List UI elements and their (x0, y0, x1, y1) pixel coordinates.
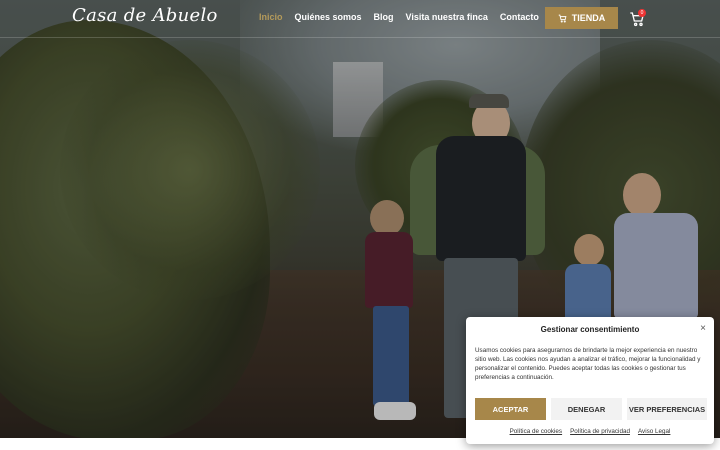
cookie-consent-dialog: Gestionar consentimiento × Usamos cookie… (466, 317, 714, 444)
consent-title: Gestionar consentimiento (540, 325, 640, 334)
deny-button[interactable]: DENEGAR (551, 398, 622, 420)
cart-icon (558, 14, 567, 23)
nav-item-contacto[interactable]: Contacto (500, 12, 539, 22)
close-icon[interactable]: × (700, 323, 706, 334)
cookie-policy-link[interactable]: Política de cookies (510, 428, 563, 435)
consent-text: Usamos cookies para asegurarnos de brind… (475, 347, 701, 382)
nav-item-visita-finca[interactable]: Visita nuestra finca (406, 12, 488, 22)
accept-button[interactable]: ACEPTAR (475, 398, 546, 420)
site-logo[interactable]: Casa de Abuelo (72, 5, 218, 26)
shop-button-label: TIENDA (571, 13, 606, 23)
main-nav: Inicio Quiénes somos Blog Visita nuestra… (259, 12, 539, 22)
nav-item-quienes-somos[interactable]: Quiénes somos (295, 12, 362, 22)
nav-item-inicio[interactable]: Inicio (259, 12, 283, 22)
legal-notice-link[interactable]: Aviso Legal (638, 428, 670, 435)
consent-buttons: ACEPTAR DENEGAR VER PREFERENCIAS (475, 398, 707, 420)
privacy-policy-link[interactable]: Política de privacidad (570, 428, 630, 435)
shop-button[interactable]: TIENDA (545, 7, 618, 29)
consent-links: Política de cookies Política de privacid… (466, 428, 714, 435)
preferences-button[interactable]: VER PREFERENCIAS (627, 398, 707, 420)
site-header: Casa de Abuelo Inicio Quiénes somos Blog… (0, 0, 720, 38)
cart-count-badge: 0 (638, 9, 646, 17)
nav-item-blog[interactable]: Blog (374, 12, 394, 22)
